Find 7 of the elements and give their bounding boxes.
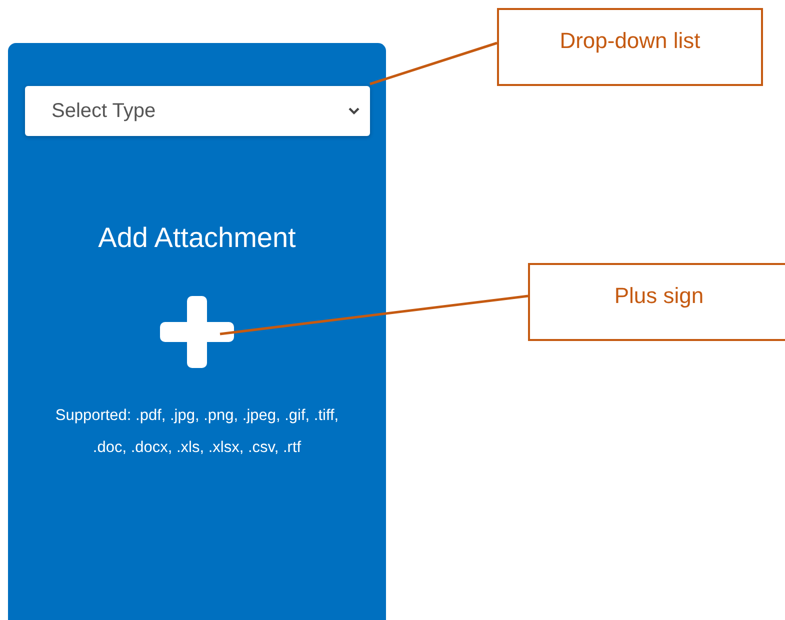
type-dropdown[interactable]: Select Type	[24, 86, 370, 136]
callout-label: Drop-down list	[497, 8, 763, 86]
card-title: Add Attachment	[98, 222, 296, 254]
chevron-down-icon	[348, 107, 360, 115]
supported-formats-text: Supported: .pdf, .jpg, .png, .jpeg, .gif, .tiff, .doc, .docx, .xls, .xlsx, .csv, .rtf	[54, 406, 340, 458]
callout-label: Plus sign	[528, 263, 785, 341]
plus-icon[interactable]	[160, 296, 234, 368]
